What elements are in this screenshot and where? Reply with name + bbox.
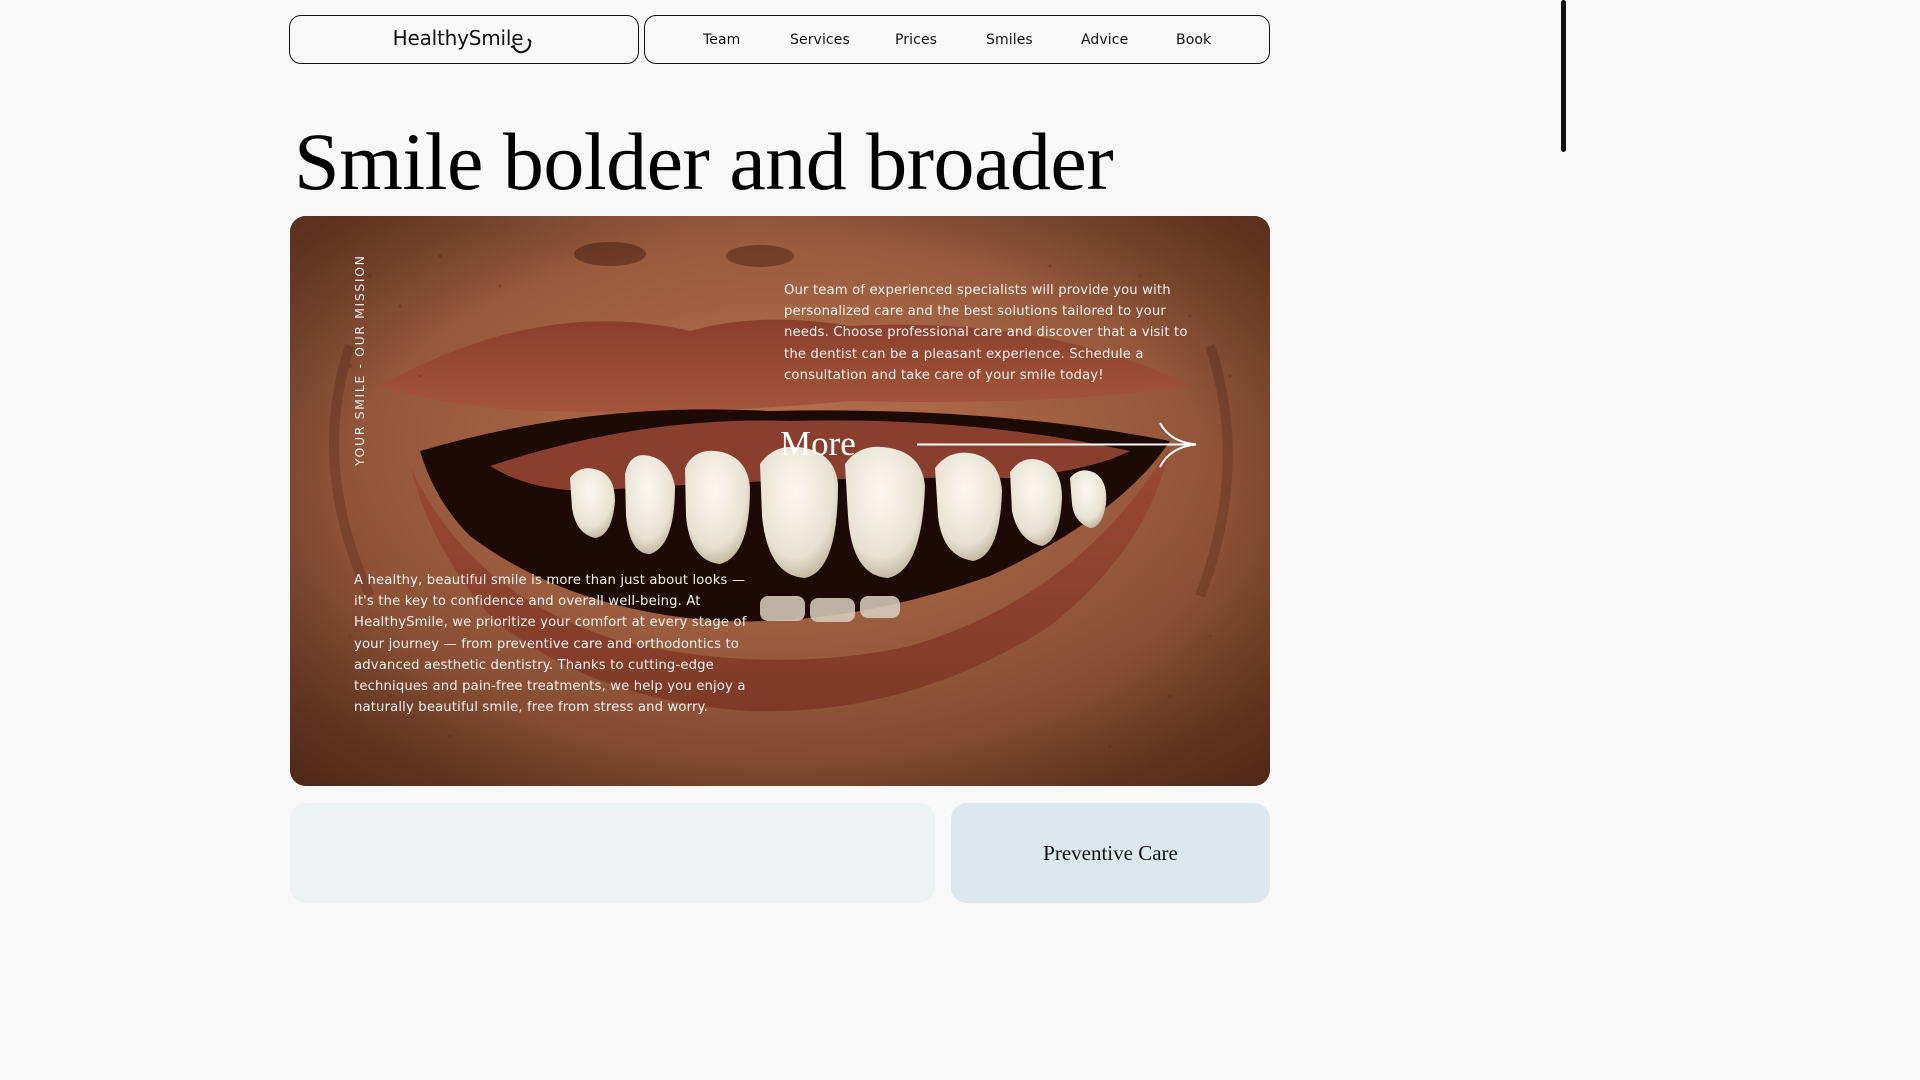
nav-item-advice[interactable]: Advice [1081, 32, 1128, 48]
hero-title: Smile bolder and broader [294, 116, 1114, 207]
nav-item-smiles[interactable]: Smiles [986, 32, 1033, 48]
hero-intro-text: Our team of experienced specialists will… [784, 283, 1188, 383]
smile-logo-icon [510, 38, 532, 54]
logo-text: HealthySmile [392, 25, 524, 50]
preventive-care-card[interactable]: Preventive Care [951, 803, 1270, 903]
nav-item-services[interactable]: Services [790, 32, 850, 48]
main-nav: Team Services Prices Smiles Advice Book [644, 15, 1270, 64]
hero-description-text: A healthy, beautiful smile is more than … [354, 573, 747, 716]
more-link[interactable]: More [780, 424, 856, 464]
page: HealthySmile Team Services Prices Smiles… [0, 0, 1568, 903]
nav-item-book[interactable]: Book [1176, 32, 1211, 48]
mission-label: YOUR SMILE - OUR MISSION [352, 254, 367, 466]
scrollbar-thumb[interactable] [1561, 0, 1566, 152]
nav-item-prices[interactable]: Prices [895, 32, 937, 48]
logo-box[interactable]: HealthySmile [289, 15, 639, 64]
nav-item-team[interactable]: Team [703, 32, 740, 48]
arrow-right-icon[interactable] [915, 420, 1200, 470]
feature-card-left [290, 803, 935, 903]
card-title: Preventive Care [1043, 841, 1178, 865]
